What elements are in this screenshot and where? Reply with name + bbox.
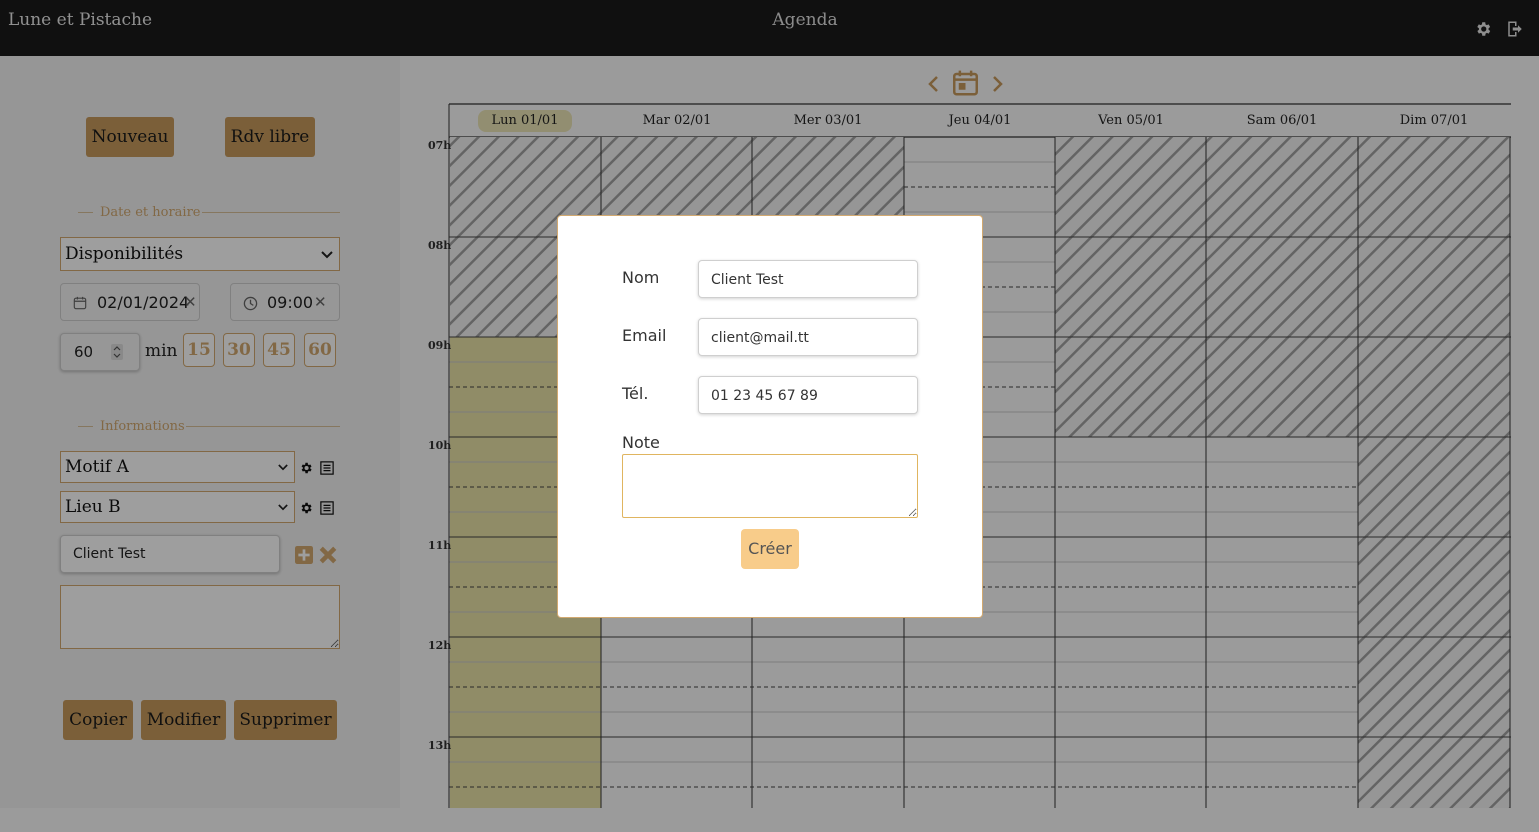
phone-label: Tél. — [622, 384, 649, 403]
note-label: Note — [622, 433, 660, 452]
name-field[interactable]: Client Test — [698, 260, 918, 298]
new-client-dialog: Nom Client Test Email client@mail.tt Tél… — [557, 215, 983, 618]
email-label: Email — [622, 326, 667, 345]
create-button[interactable]: Créer — [741, 529, 799, 569]
email-field[interactable]: client@mail.tt — [698, 318, 918, 356]
phone-field[interactable]: 01 23 45 67 89 — [698, 376, 918, 414]
note-textarea[interactable] — [622, 454, 918, 518]
name-label: Nom — [622, 268, 660, 287]
